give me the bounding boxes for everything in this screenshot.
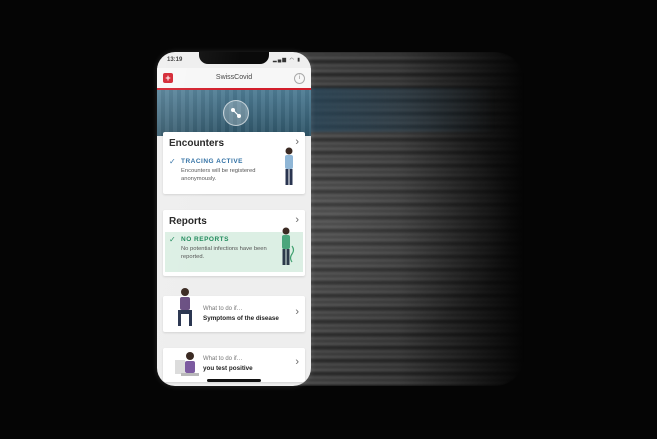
tracing-status-label: TRACING ACTIVE xyxy=(181,158,244,165)
chevron-right-icon: › xyxy=(295,214,299,226)
reports-status-text: No potential infections have been report… xyxy=(181,246,267,260)
info-card-caption: What to do if… xyxy=(203,306,243,312)
info-card-title: you test positive xyxy=(203,365,253,372)
nav-bar: + SwissCovid i xyxy=(157,68,311,90)
reports-card[interactable]: Reports › ✓ NO REPORTS No potential infe… xyxy=(163,210,305,276)
reports-status-label: NO REPORTS xyxy=(181,236,229,243)
chevron-right-icon: › xyxy=(295,356,299,368)
home-indicator[interactable] xyxy=(207,379,261,382)
person-illustration-icon xyxy=(285,147,293,185)
tracing-status: ✓ TRACING ACTIVE Encounters will be regi… xyxy=(165,147,303,190)
info-card-title: Symptoms of the disease xyxy=(203,315,279,322)
reports-title: Reports xyxy=(169,216,207,227)
info-icon[interactable]: i xyxy=(294,73,305,84)
person-at-desk-icon xyxy=(175,352,199,376)
encounters-card[interactable]: Encounters › ✓ TRACING ACTIVE Encounters… xyxy=(163,132,305,194)
signal-wifi-battery-icon: ▂▄▆ ◠ ▮ xyxy=(272,57,301,63)
phone-screen: 13:19 ▂▄▆ ◠ ▮ + SwissCovid i Encounters … xyxy=(157,52,311,386)
symptoms-info-card[interactable]: What to do if… Symptoms of the disease › xyxy=(163,288,305,332)
header-banner xyxy=(157,90,311,136)
person-illustration-icon xyxy=(282,227,295,265)
notch xyxy=(199,52,269,64)
app-title: SwissCovid xyxy=(215,74,253,81)
test-positive-info-card[interactable]: What to do if… you test positive › xyxy=(163,348,305,382)
sitting-person-icon xyxy=(178,288,192,326)
tracing-status-text: Encounters will be registered anonymousl… xyxy=(181,168,256,182)
check-icon: ✓ xyxy=(169,235,176,244)
app-logo-icon xyxy=(223,100,249,126)
reports-status: ✓ NO REPORTS No potential infections hav… xyxy=(165,227,303,272)
check-icon: ✓ xyxy=(169,157,176,166)
info-card-caption: What to do if… xyxy=(203,356,243,362)
chevron-right-icon: › xyxy=(295,306,299,318)
encounters-title: Encounters xyxy=(169,138,225,149)
status-time: 13:19 xyxy=(167,57,183,63)
motion-blur-header xyxy=(295,88,495,132)
